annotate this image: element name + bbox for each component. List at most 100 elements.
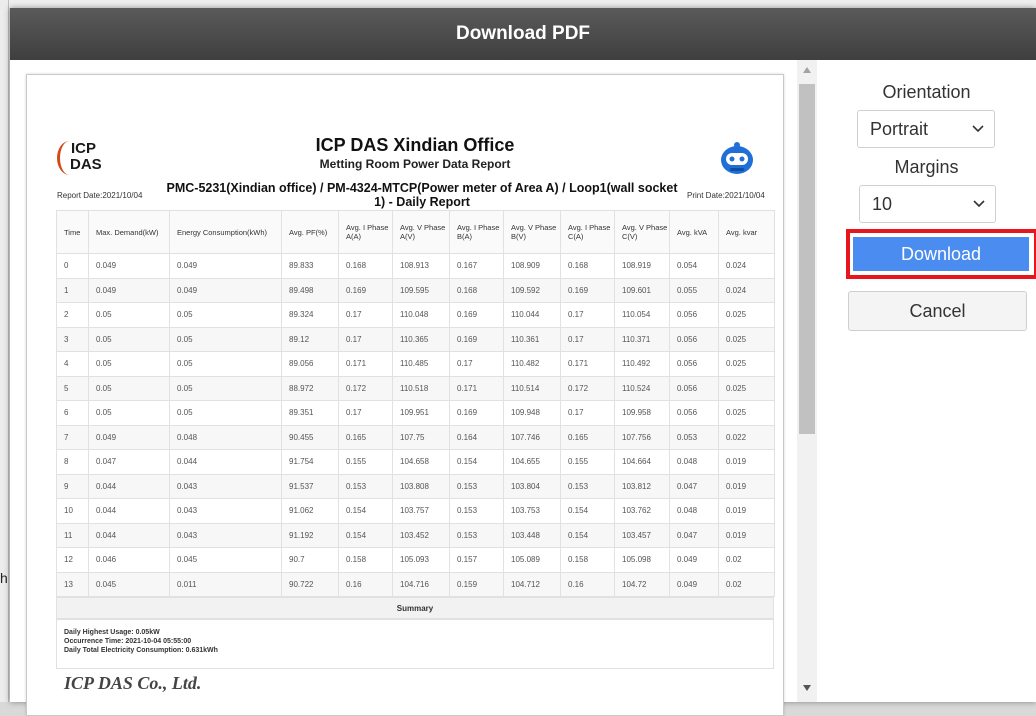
table-header-cell: Avg. kvar [718,210,775,254]
preview-scrollbar[interactable] [797,60,817,702]
table-cell: 0.155 [338,449,393,475]
robot-icon [721,142,753,174]
table-cell: 0.172 [338,375,393,401]
table-cell: 103.457 [614,522,670,548]
table-cell: 90.722 [281,571,339,597]
table-cell: 89.498 [281,277,339,303]
cancel-button[interactable]: Cancel [848,291,1027,331]
table-cell: 0.169 [449,326,504,352]
table-cell: 0.044 [169,449,282,475]
table-cell: 0.154 [449,449,504,475]
report-company-title: ICP DAS Xindian Office [315,135,515,155]
table-cell: 0.159 [449,571,504,597]
table-row: 1 0.049 0.049 89.498 0.169 109.595 0.168 109.59… [56,277,775,303]
table-row: 12 0.046 0.045 90.7 0.158 105.093 0.157 105.089… [56,547,775,573]
table-cell: 0.05 [88,302,170,328]
table-cell: 103.812 [614,473,670,499]
table-cell: 89.324 [281,302,339,328]
table-header-cell: Avg. I Phase C(A) [560,210,615,254]
table-cell: 89.833 [281,253,339,279]
table-cell: 103.804 [503,473,561,499]
table-cell: 0.049 [169,277,282,303]
table-cell: 0.155 [560,449,615,475]
table-cell: 0.05 [169,326,282,352]
table-cell: 0.049 [88,277,170,303]
table-cell: 5 [56,375,89,401]
table-cell: 0.05 [169,375,282,401]
table-cell: 0.165 [338,424,393,450]
table-header-row: Time Max. Demand(kW) Energy Consumption(kW… [56,210,775,254]
footer-company-name: ICP DAS Co., Ltd. [64,673,202,693]
table-cell: 0.022 [718,424,775,450]
orientation-value: Portrait [870,118,929,139]
table-cell: 0.024 [718,277,775,303]
table-cell: 89.351 [281,400,339,426]
table-cell: 110.514 [503,375,561,401]
table-cell: 103.757 [392,498,450,524]
table-cell: 0.171 [338,351,393,377]
table-cell: 0.17 [560,302,615,328]
table-cell: 0.16 [560,571,615,597]
table-cell: 0.056 [669,351,719,377]
table-cell: 0.17 [560,400,615,426]
scroll-up-icon[interactable] [797,66,817,78]
table-cell: 0.02 [718,547,775,573]
table-cell: 109.948 [503,400,561,426]
table-cell: 0.154 [560,522,615,548]
table-cell: 104.655 [503,449,561,475]
table-cell: 2 [56,302,89,328]
table-cell: 91.754 [281,449,339,475]
download-button[interactable]: Download [853,237,1029,271]
table-cell: 0.154 [338,498,393,524]
table-cell: 0.049 [669,547,719,573]
margins-value: 10 [872,193,893,214]
table-cell: 104.658 [392,449,450,475]
table-header-cell: Avg. I Phase B(A) [449,210,504,254]
table-cell: 0.025 [718,375,775,401]
table-row: 3 0.05 0.05 89.12 0.17 110.365 0.169 110.361 0.1… [56,326,775,352]
table-cell: 110.048 [392,302,450,328]
scrollbar-thumb[interactable] [799,84,815,434]
table-cell: 0.164 [449,424,504,450]
table-cell: 10 [56,498,89,524]
table-row: 2 0.05 0.05 89.324 0.17 110.048 0.169 110.044 0.… [56,302,775,328]
table-cell: 0.17 [560,326,615,352]
table-cell: 11 [56,522,89,548]
table-cell: 0.019 [718,473,775,499]
table-cell: 3 [56,326,89,352]
table-cell: 88.972 [281,375,339,401]
table-cell: 0.056 [669,400,719,426]
summary-total-consumption: Daily Total Electricity Consumption: 0.6… [64,647,218,654]
table-cell: 110.518 [392,375,450,401]
table-cell: 103.753 [503,498,561,524]
table-cell: 103.762 [614,498,670,524]
table-cell: 0.019 [718,449,775,475]
table-row: 4 0.05 0.05 89.056 0.171 110.485 0.17 110.482 0.… [56,351,775,377]
scroll-down-icon[interactable] [797,684,817,696]
table-cell: 0.024 [718,253,775,279]
pdf-preview-pane[interactable]: ICP DAS ICP DAS Xindian Office Metting R… [10,60,797,716]
table-cell: 0.043 [169,473,282,499]
background-text-fragment: h [0,570,8,586]
table-cell: 108.919 [614,253,670,279]
table-cell: 104.664 [614,449,670,475]
table-row: 8 0.047 0.044 91.754 0.155 104.658 0.154 104.65… [56,449,775,475]
background-top-strip [0,0,1036,8]
orientation-select[interactable]: Portrait [857,110,995,148]
table-header-cell: Max. Demand(kW) [88,210,170,254]
table-cell: 0.16 [338,571,393,597]
logo-text-line2: DAS [70,156,102,173]
margins-select[interactable]: 10 [859,185,996,223]
table-header-cell: Avg. V Phase A(V) [392,210,450,254]
table-cell: 0.05 [169,351,282,377]
table-cell: 0.055 [669,277,719,303]
table-cell: 105.093 [392,547,450,573]
table-row: 5 0.05 0.05 88.972 0.172 110.518 0.171 110.514 0… [56,375,775,401]
table-cell: 110.054 [614,302,670,328]
table-header-cell: Avg. PF(%) [281,210,339,254]
table-row: 13 0.045 0.011 90.722 0.16 104.716 0.159 104.71… [56,571,775,597]
table-cell: 104.712 [503,571,561,597]
table-cell: 0.049 [88,424,170,450]
download-pdf-dialog: Download PDF ICP DAS ICP DAS Xindian Off… [10,8,1036,716]
table-cell: 0.17 [338,302,393,328]
